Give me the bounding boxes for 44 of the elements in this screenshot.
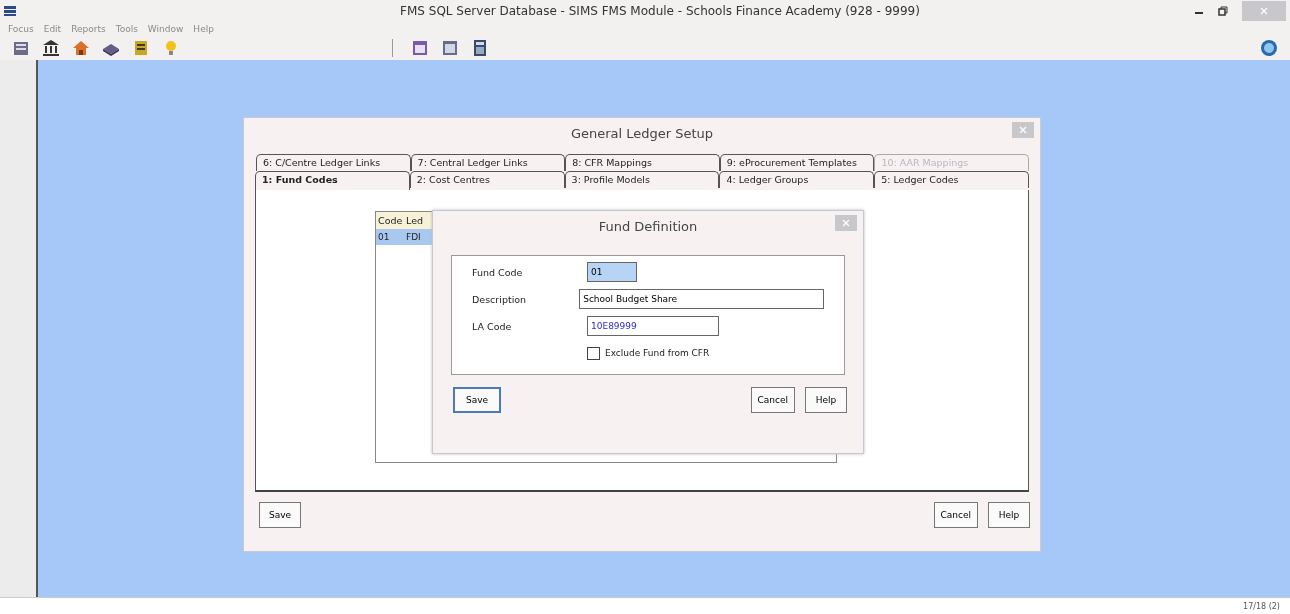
tab[interactable]: 4: Ledger Groups <box>719 171 875 188</box>
tab[interactable]: 7: Central Ledger Links <box>410 154 566 171</box>
close-icon <box>842 219 850 227</box>
bank-icon[interactable] <box>42 39 60 57</box>
input-field[interactable]: 01 <box>587 262 637 282</box>
dialog-title: Fund Definition <box>598 218 698 234</box>
column-header[interactable]: Code <box>376 212 404 229</box>
field-label: LA Code <box>472 320 513 332</box>
dialog-button[interactable]: Help <box>805 387 847 413</box>
dialog-title: General Ledger Setup <box>570 125 714 141</box>
dialog-button[interactable]: Cancel <box>933 502 978 528</box>
calendar-icon[interactable] <box>441 39 459 57</box>
input-field[interactable]: 10E89999 <box>587 316 719 336</box>
input-field[interactable]: School Budget Share <box>579 289 824 309</box>
globe-icon[interactable] <box>1260 39 1278 57</box>
column-header[interactable]: Led <box>404 212 432 229</box>
ledger-icon[interactable] <box>12 39 30 57</box>
table-cell: 01 <box>376 229 404 245</box>
tab[interactable]: 8: CFR Mappings <box>565 154 720 171</box>
checkbox-label: Exclude Fund from CFR <box>605 348 710 358</box>
restore-icon[interactable] <box>1218 6 1228 16</box>
field-label: Fund Code <box>472 266 524 278</box>
window-title: FMS SQL Server Database - SIMS FMS Module - Schools Finance Academy (928 - 9999) <box>400 4 920 18</box>
tab[interactable]: 6: C/Centre Ledger Links <box>256 154 411 171</box>
notepad-icon[interactable] <box>132 39 150 57</box>
tab[interactable]: 1: Fund Codes <box>255 171 410 190</box>
dialog-button[interactable]: Save <box>453 387 501 413</box>
tab[interactable]: 9: eProcurement Templates <box>719 154 875 171</box>
calculator-icon[interactable] <box>471 39 489 57</box>
tab[interactable]: 5: Ledger Codes <box>874 171 1029 188</box>
status-text: 17/18 (2) <box>1243 601 1280 611</box>
tab[interactable]: 2: Cost Centres <box>409 171 565 188</box>
dialog-button[interactable]: Cancel <box>750 387 795 413</box>
field-label: Description <box>472 293 528 305</box>
tab[interactable]: 3: Profile Models <box>564 171 720 188</box>
close-icon <box>1019 126 1027 134</box>
house-icon[interactable] <box>72 39 90 57</box>
calendar-icon[interactable] <box>411 39 429 57</box>
checkbox[interactable] <box>587 346 600 360</box>
app-icon <box>4 5 16 17</box>
dialog-button[interactable]: Save <box>259 502 301 528</box>
close-icon <box>1260 7 1268 15</box>
table-cell: FDI <box>404 229 432 245</box>
dialog-button[interactable]: Help <box>988 502 1030 528</box>
